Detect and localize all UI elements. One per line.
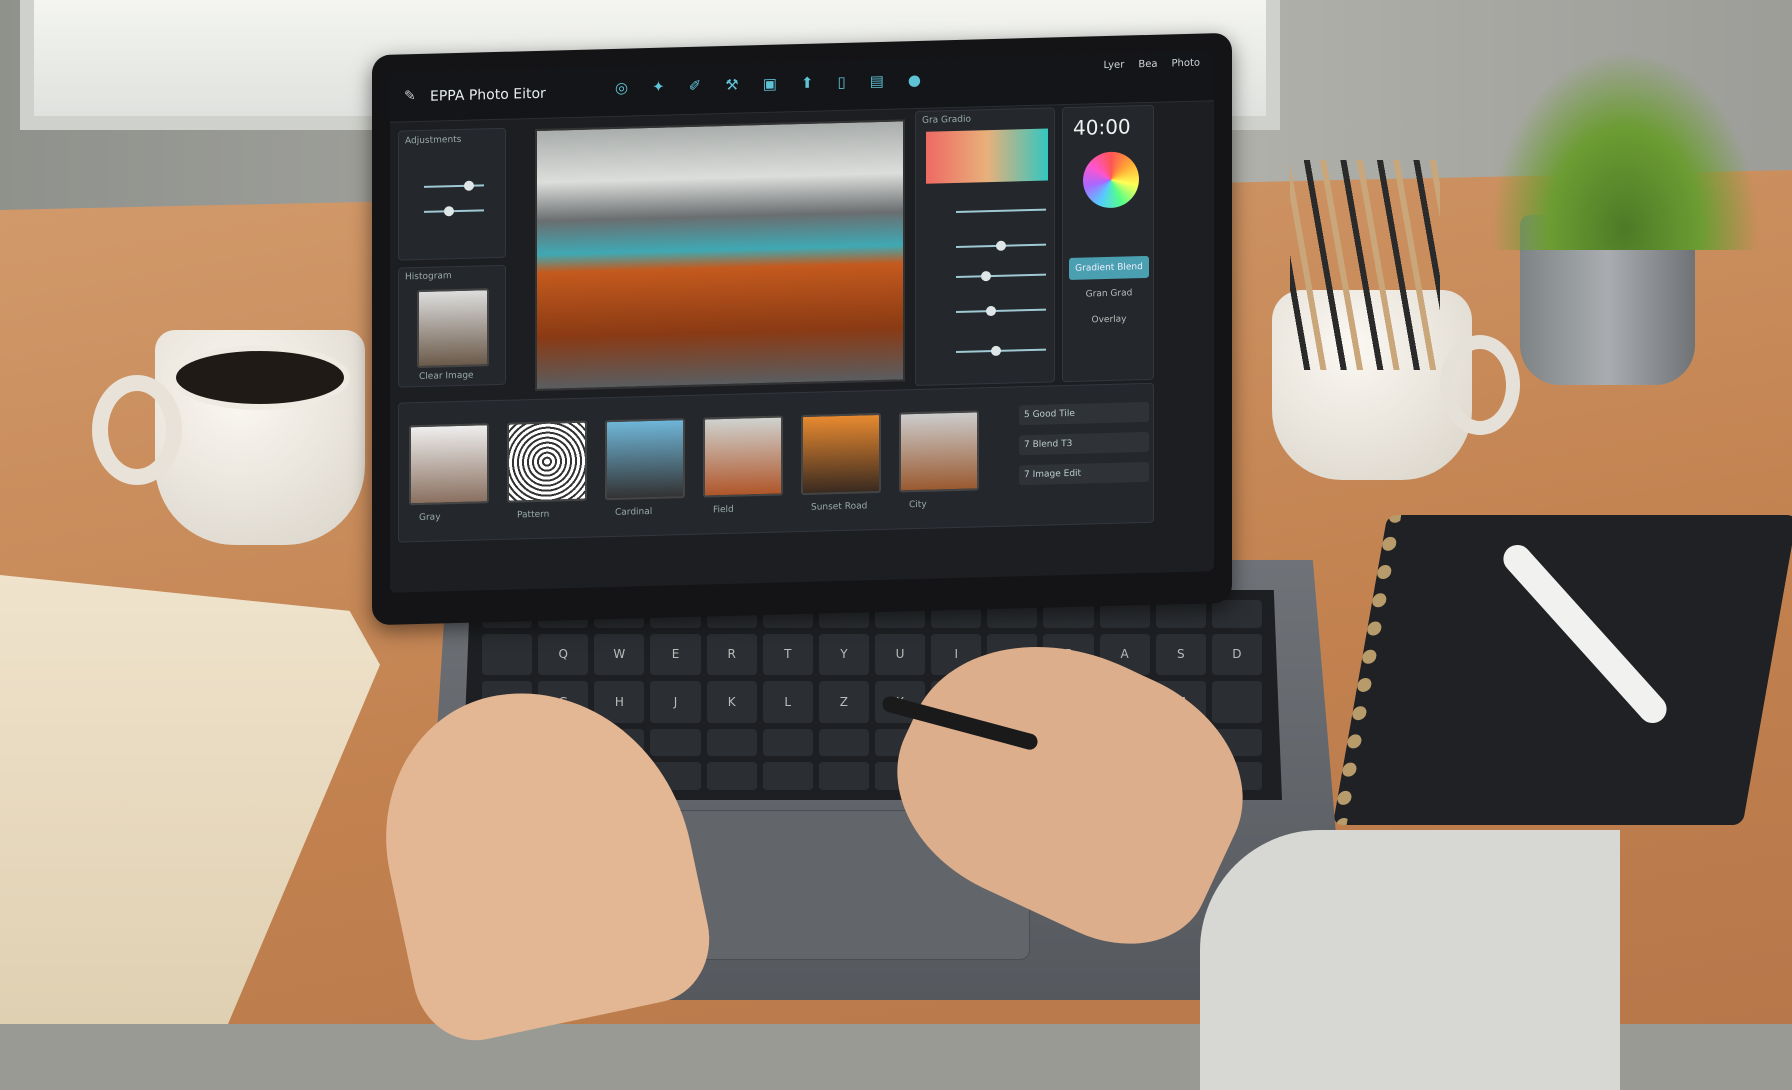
sweater-sleeve xyxy=(1200,830,1620,1090)
pencils xyxy=(1290,160,1440,370)
key[interactable]: D xyxy=(1211,633,1262,676)
key[interactable]: L xyxy=(762,681,813,723)
key[interactable]: U xyxy=(874,633,926,676)
panel-title: Adjustments xyxy=(405,134,462,147)
key[interactable] xyxy=(762,762,813,790)
color-wheel[interactable] xyxy=(1083,151,1139,209)
blend-button[interactable]: Gradient Blend xyxy=(1069,255,1149,281)
thumbnail-caption: Cardinal xyxy=(615,506,653,518)
gradient-panel: Gra Gradio xyxy=(915,107,1055,387)
thumbnail-caption: Field xyxy=(713,504,734,516)
spiral-icon[interactable]: ◎ xyxy=(615,79,628,97)
key[interactable]: Y xyxy=(818,633,869,676)
key[interactable]: T xyxy=(762,633,813,676)
slider[interactable] xyxy=(956,208,1046,213)
thumbnail[interactable] xyxy=(507,420,587,503)
slider[interactable] xyxy=(424,206,484,217)
key[interactable] xyxy=(818,762,869,790)
coffee xyxy=(170,345,350,410)
key[interactable]: R xyxy=(706,633,757,676)
key[interactable] xyxy=(1211,600,1262,628)
thumbnail-caption: Clear Image xyxy=(419,370,474,383)
histogram-panel: Histogram Clear Image xyxy=(398,264,506,388)
panel-title: Gra Gradio xyxy=(922,114,971,126)
upload-icon[interactable]: ⬆ xyxy=(801,74,814,92)
key[interactable]: Z xyxy=(818,681,869,723)
thumbnail-strip: Gray Pattern Cardinal Field Sunset Road City … xyxy=(398,382,1154,543)
layers-icon[interactable]: ▤ xyxy=(870,72,884,90)
thumbnail[interactable] xyxy=(703,415,783,498)
slider[interactable] xyxy=(956,271,1046,282)
pin-icon[interactable]: ✦ xyxy=(652,78,665,96)
header-links: Lyer Bea Photo xyxy=(1103,58,1200,72)
pencil-cup-handle xyxy=(1440,335,1520,435)
key[interactable]: S xyxy=(1155,633,1206,676)
blend-buttons: Gradient Blend Gran Grad Overlay xyxy=(1069,255,1149,336)
thumbnail[interactable] xyxy=(409,423,489,506)
time-readout: 40:00 xyxy=(1073,114,1131,140)
thumbnail-caption: Gray xyxy=(419,512,441,524)
key[interactable]: J xyxy=(650,681,701,723)
key[interactable]: W xyxy=(594,633,645,676)
toolbar: ◎ ✦ ✐ ⚒ ▣ ⬆ ▯ ▤ ● xyxy=(615,71,921,97)
layers-list: 5 Good Tile 7 Blend T3 7 Image Edit xyxy=(999,392,1149,486)
bottle-icon[interactable]: ▯ xyxy=(837,73,845,91)
brush-icon[interactable]: ✐ xyxy=(689,77,702,95)
main-photo[interactable] xyxy=(535,119,905,391)
app-title: EPPA Photo Eitor xyxy=(430,85,546,105)
thumbnail-caption: Sunset Road xyxy=(811,501,868,513)
header-link[interactable]: Photo xyxy=(1171,58,1200,70)
interior-thumbnail[interactable] xyxy=(417,288,489,369)
slider[interactable] xyxy=(956,305,1046,317)
thumbnail[interactable] xyxy=(801,412,881,496)
slider[interactable] xyxy=(424,180,484,191)
section-title: Histogram xyxy=(405,271,452,283)
layer-item[interactable]: 7 Blend T3 xyxy=(1019,431,1149,456)
adjustments-panel: Adjustments xyxy=(398,127,506,261)
stamp-icon[interactable]: ⚒ xyxy=(725,76,738,94)
slider[interactable] xyxy=(956,240,1046,251)
key[interactable]: E xyxy=(650,633,701,676)
plant xyxy=(1490,50,1760,250)
color-panel: 40:00 Gradient Blend Gran Grad Overlay xyxy=(1062,104,1154,383)
drop-icon[interactable]: ● xyxy=(908,71,921,89)
slider[interactable] xyxy=(956,345,1046,357)
thumbnail-caption: Pattern xyxy=(517,509,550,521)
feather-icon: ✎ xyxy=(404,88,416,105)
header-link[interactable]: Bea xyxy=(1138,59,1157,71)
key[interactable] xyxy=(762,728,813,757)
thumbnail[interactable] xyxy=(899,410,979,493)
laptop-lid: ✎ EPPA Photo Eitor ◎ ✦ ✐ ⚒ ▣ ⬆ ▯ ▤ ● Lyer Bea Phot… xyxy=(372,32,1232,626)
layer-item[interactable]: 5 Good Tile xyxy=(1019,401,1149,426)
key[interactable] xyxy=(650,728,701,757)
key[interactable] xyxy=(706,728,757,757)
key[interactable] xyxy=(706,762,757,790)
key[interactable] xyxy=(818,728,869,757)
notebook xyxy=(1332,515,1792,825)
blend-button[interactable]: Gran Grad xyxy=(1069,282,1149,306)
key[interactable]: K xyxy=(706,681,757,723)
thumbnail[interactable] xyxy=(605,418,685,501)
thumbnail-caption: City xyxy=(909,499,927,511)
mug-handle xyxy=(92,375,182,485)
gradient-preview[interactable] xyxy=(926,128,1048,184)
blend-button[interactable]: Overlay xyxy=(1069,308,1149,332)
key[interactable] xyxy=(482,633,533,676)
key[interactable] xyxy=(1211,681,1262,723)
photo-editor-screen: ✎ EPPA Photo Eitor ◎ ✦ ✐ ⚒ ▣ ⬆ ▯ ▤ ● Lyer Bea Phot… xyxy=(390,51,1214,593)
crop-icon[interactable]: ▣ xyxy=(763,75,777,93)
header-link[interactable]: Lyer xyxy=(1103,60,1124,72)
layer-item[interactable]: 7 Image Edit xyxy=(1019,461,1149,486)
key[interactable]: Q xyxy=(538,633,589,676)
